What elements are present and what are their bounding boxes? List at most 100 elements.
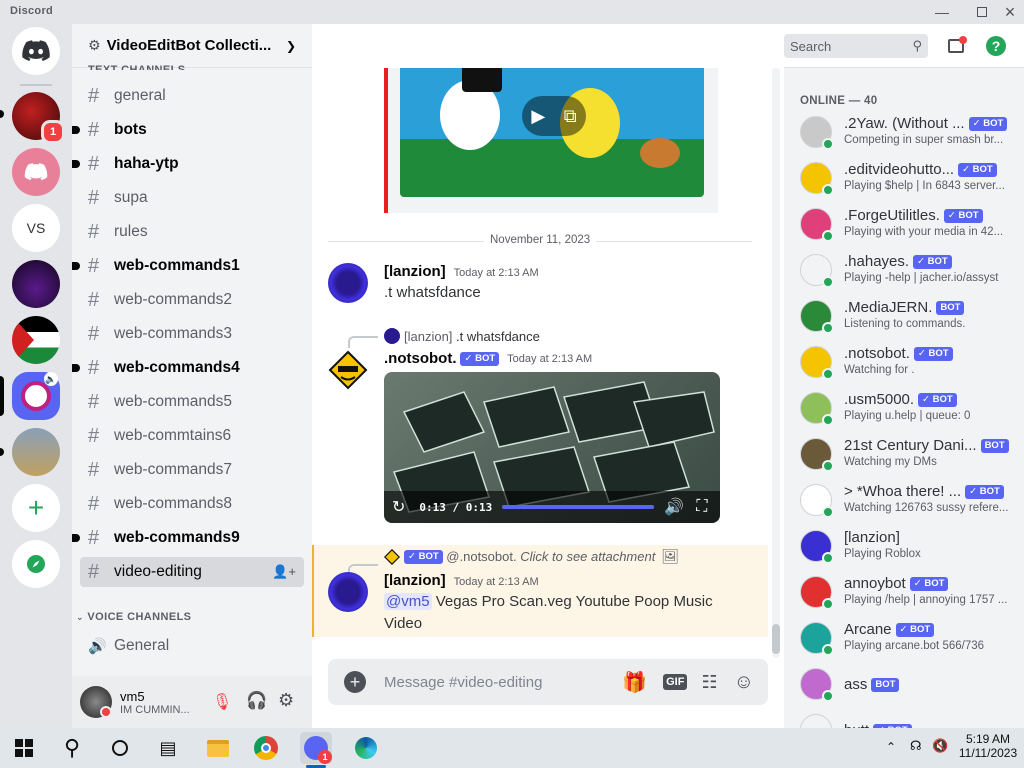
widgets-icon[interactable]: ▤	[152, 732, 184, 764]
channel-video-editing[interactable]: # video-editing 👤+	[80, 557, 304, 587]
member-row[interactable]: .2Yaw. (Without ... ✓ BOT Competing in sup…	[800, 112, 1016, 156]
sticker-icon[interactable]: ☷	[701, 672, 717, 693]
clock[interactable]: 5:19 AM 11/11/2023	[956, 732, 1020, 760]
member-row[interactable]: [lanzion] Playing Roblox	[800, 526, 1016, 570]
replay-icon[interactable]: ↻	[392, 497, 405, 517]
message-author[interactable]: .notsobot.	[384, 350, 456, 367]
channel-haha-ytp[interactable]: # haha-ytp	[72, 149, 304, 179]
windows-start-icon[interactable]	[8, 732, 40, 764]
member-row[interactable]: Arcane ✓ BOT Playing arcane.bot 566/736	[800, 618, 1016, 662]
member-activity: Watching 126763 sussy refere...	[844, 502, 1009, 514]
member-row[interactable]: .editvideohutto... ✓ BOT Playing $help | I…	[800, 158, 1016, 202]
bot-badge: BOT	[980, 438, 1009, 453]
channel-web-commands7[interactable]: # web-commands7	[80, 455, 304, 485]
close-icon[interactable]: ×	[1000, 2, 1020, 22]
voice-channel-general[interactable]: 🔊 General	[80, 631, 304, 661]
message-timestamp: Today at 2:13 AM	[453, 576, 539, 588]
discord-taskbar-icon[interactable]: 1	[300, 732, 332, 764]
message-author[interactable]: [lanzion]	[384, 572, 446, 589]
channel-web-commands8[interactable]: # web-commands8	[80, 489, 304, 519]
maximize-icon[interactable]	[972, 2, 992, 22]
volume-muted-icon[interactable]: 🔇	[932, 738, 948, 754]
server-header[interactable]: ⚙ VideoEditBot Collecti... ❯	[72, 24, 312, 68]
channel-web-commands5[interactable]: # web-commands5	[80, 387, 304, 417]
edge-icon[interactable]	[350, 732, 382, 764]
gif-button[interactable]: GIF	[663, 674, 688, 690]
member-row[interactable]: > *Whoa there! ... ✓ BOT Watching 126763 s…	[800, 480, 1016, 524]
avatar[interactable]	[328, 350, 368, 390]
reply-preview[interactable]: [lanzion] .t whatsfdance	[384, 328, 540, 344]
server-icon-character[interactable]	[12, 428, 60, 476]
chevron-down-icon: ❯	[285, 38, 296, 53]
server-icon-discord-pink[interactable]	[12, 148, 60, 196]
chevron-up-icon[interactable]: ⌃	[886, 740, 896, 754]
gift-icon[interactable]: 🎁	[622, 670, 647, 695]
file-explorer-icon[interactable]	[202, 732, 234, 764]
user-status: IM CUMMIN...	[120, 703, 190, 716]
search-input[interactable]: Search ⚲	[784, 34, 928, 58]
message-composer[interactable]: + Message #video-editing 🎁 GIF ☷ ☺	[328, 659, 768, 705]
channel-web-commtains6[interactable]: # web-commtains6	[80, 421, 304, 451]
help-icon[interactable]: ?	[984, 34, 1008, 58]
volume-icon[interactable]: 🔊	[664, 497, 684, 517]
member-row[interactable]: .MediaJERN. BOT Listening to commands.	[800, 296, 1016, 340]
video-attachment[interactable]: ↻ 0:13 / 0:13 🔊 ⛶	[384, 372, 720, 523]
add-member-icon[interactable]: 👤+	[272, 564, 296, 580]
search-icon[interactable]: ⚲	[56, 732, 88, 764]
upload-plus-icon[interactable]: +	[344, 671, 366, 693]
channel-rules[interactable]: # rules	[80, 217, 304, 247]
embed-video-thumbnail[interactable]: ▶ ⧉	[400, 68, 704, 197]
message-input[interactable]: Message #video-editing	[384, 674, 622, 691]
emoji-icon[interactable]: ☺	[734, 671, 754, 694]
bot-badge: ✓ BOT	[943, 208, 983, 223]
inbox-icon[interactable]	[944, 34, 968, 58]
channel-bots[interactable]: # bots	[72, 115, 304, 145]
channel-label: General	[114, 637, 170, 654]
channel-supa[interactable]: # supa	[80, 183, 304, 213]
member-row[interactable]: .notsobot. ✓ BOT Watching for .	[800, 342, 1016, 386]
title-bar: Discord — ×	[0, 0, 1024, 24]
server-icon-vs[interactable]: VS	[12, 204, 60, 252]
channel-web-commands2[interactable]: # web-commands2	[80, 285, 304, 315]
add-server-icon[interactable]: +	[12, 484, 60, 532]
mute-mic-icon[interactable]: 🎙	[212, 692, 232, 712]
message-timestamp: Today at 2:13 AM	[453, 267, 539, 279]
chat-scrollbar-thumb[interactable]	[772, 624, 780, 654]
member-row[interactable]: .usm5000. ✓ BOT Playing u.help | queue: 0	[800, 388, 1016, 432]
task-view-icon[interactable]	[104, 732, 136, 764]
server-icon-purple[interactable]	[12, 260, 60, 308]
channel-label: bots	[114, 121, 147, 138]
member-row[interactable]: ass BOT	[800, 664, 1016, 708]
channel-web-commands4[interactable]: # web-commands4	[72, 353, 304, 383]
reply-preview[interactable]: ✓ BOT @.notsobot. Click to see attachmen…	[383, 548, 679, 565]
channel-web-commands1[interactable]: # web-commands1	[72, 251, 304, 281]
chrome-icon[interactable]	[250, 732, 282, 764]
explore-servers-icon[interactable]	[12, 540, 60, 588]
mention-badge: 1	[41, 120, 65, 144]
video-progress-bar[interactable]	[502, 505, 655, 509]
member-row[interactable]: .hahayes. ✓ BOT Playing -help | jacher.io/…	[800, 250, 1016, 294]
search-placeholder: Search	[790, 38, 832, 54]
chat-scrollbar-track[interactable]	[772, 68, 780, 658]
discord-home-icon[interactable]	[12, 27, 60, 75]
server-icon-flag[interactable]	[12, 316, 60, 364]
network-icon[interactable]: ☊	[910, 738, 922, 754]
channel-web-commands9[interactable]: # web-commands9	[72, 523, 304, 553]
member-row[interactable]: butt✓ BOT	[800, 710, 1016, 728]
member-row[interactable]: 21st Century Dani... BOT Watching my DMs	[800, 434, 1016, 478]
channel-general[interactable]: # general	[80, 81, 304, 111]
user-mention[interactable]: @vm5	[384, 593, 432, 610]
headphones-icon[interactable]: 🎧	[246, 691, 267, 711]
avatar[interactable]	[328, 572, 368, 612]
channel-web-commands3[interactable]: # web-commands3	[80, 319, 304, 349]
voice-channels-category[interactable]: ⌄ VOICE CHANNELS	[76, 611, 191, 623]
user-settings-gear-icon[interactable]: ⚙	[278, 690, 294, 711]
avatar[interactable]	[80, 686, 112, 718]
member-row[interactable]: annoybot ✓ BOT Playing /help | annoying 17…	[800, 572, 1016, 616]
member-row[interactable]: .ForgeUtilitles. ✓ BOT Playing with your m…	[800, 204, 1016, 248]
play-button[interactable]: ▶ ⧉	[522, 96, 586, 136]
avatar[interactable]	[328, 263, 368, 303]
fullscreen-icon[interactable]: ⛶	[696, 498, 707, 516]
minimize-icon[interactable]: —	[932, 2, 952, 22]
message-author[interactable]: [lanzion]	[384, 263, 446, 280]
